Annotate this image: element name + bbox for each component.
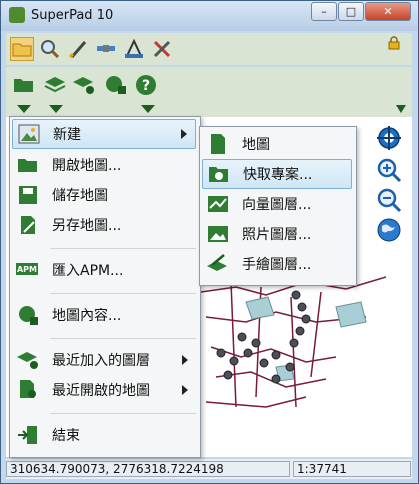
help-icon[interactable]: ? <box>134 73 158 97</box>
chevron-down-icon[interactable] <box>44 103 68 115</box>
exit-icon <box>16 423 40 447</box>
scale-readout: 1:37741 <box>293 461 411 477</box>
svg-text:APM: APM <box>17 265 37 274</box>
menu-separator <box>50 338 196 339</box>
maximize-button[interactable]: □ <box>338 2 364 21</box>
menu-item-open-map[interactable]: 開啟地圖... <box>12 150 196 180</box>
menu-separator <box>50 413 196 414</box>
vector-layer-icon <box>206 192 230 216</box>
open-folder-icon <box>16 153 40 177</box>
main-toolbar <box>6 33 412 65</box>
window-title: SuperPad 10 <box>31 8 114 23</box>
submenu-item-vector-layer[interactable]: 向量圖層... <box>202 189 352 219</box>
pencil-icon[interactable] <box>66 37 90 61</box>
submenu-arrow-icon <box>182 385 188 395</box>
pan-crosshair-icon[interactable] <box>376 125 402 151</box>
zoom-out-icon[interactable] <box>376 187 402 213</box>
new-submenu: 地圖 快取專案... 向量圖層... 照片圖層... 手繪圖層... <box>199 126 357 286</box>
app-window: SuperPad 10 – □ ✕ ? 310634.790073, 27763… <box>0 0 419 484</box>
new-image-icon <box>17 122 41 146</box>
layer-toolbar: ? <box>6 67 412 117</box>
open-folder-dropdown[interactable] <box>12 73 36 97</box>
tools-icon[interactable] <box>150 37 174 61</box>
submenu-item-cache-project[interactable]: 快取專案... <box>202 159 352 189</box>
title-bar: SuperPad 10 – □ ✕ <box>1 1 418 31</box>
recent-layers-icon <box>16 348 40 372</box>
satellite-icon[interactable] <box>94 37 118 61</box>
menu-item-map-properties[interactable]: 地圖內容... <box>12 300 196 330</box>
submenu-item-map[interactable]: 地圖 <box>202 129 352 159</box>
submenu-item-photo-layer[interactable]: 照片圖層... <box>202 219 352 249</box>
menu-item-save-map[interactable]: 儲存地圖 <box>12 180 196 210</box>
folder-icon[interactable] <box>10 37 34 61</box>
map-properties-icon <box>16 303 40 327</box>
menu-item-recent-maps[interactable]: 最近開啟的地圖 <box>12 375 196 405</box>
save-as-icon <box>16 213 40 237</box>
menu-item-save-as[interactable]: 另存地圖... <box>12 210 196 240</box>
status-bar: 310634.790073, 2776318.7224198 1:37741 <box>6 459 412 479</box>
app-icon <box>9 7 25 23</box>
close-button[interactable]: ✕ <box>365 2 411 21</box>
svg-text:?: ? <box>142 78 150 94</box>
chevron-down-icon[interactable] <box>136 103 160 115</box>
globe-lock-dropdown[interactable] <box>104 73 128 97</box>
menu-item-exit[interactable]: 結束 <box>12 420 196 450</box>
menu-separator <box>50 248 196 249</box>
file-menu: 新建 開啟地圖... 儲存地圖 另存地圖... APM 匯入APM... 地圖內… <box>9 116 201 458</box>
chevron-down-icon[interactable] <box>12 103 36 115</box>
menu-item-new[interactable]: 新建 <box>12 119 196 149</box>
minimize-button[interactable]: – <box>311 2 337 21</box>
menu-item-recent-layers[interactable]: 最近加入的圖層 <box>12 345 196 375</box>
save-icon <box>16 183 40 207</box>
coordinates-readout: 310634.790073, 2776318.7224198 <box>6 461 290 477</box>
cache-project-icon <box>207 162 231 186</box>
toolbar-overflow-icon[interactable] <box>394 103 408 115</box>
layers-add-dropdown[interactable] <box>44 73 68 97</box>
submenu-arrow-icon <box>182 355 188 365</box>
magnifier-icon[interactable] <box>38 37 62 61</box>
sketch-layer-icon <box>206 252 230 276</box>
layers-settings-dropdown[interactable] <box>72 73 96 97</box>
map-document-icon <box>206 132 230 156</box>
survey-icon[interactable] <box>122 37 146 61</box>
globe-icon[interactable] <box>376 217 402 243</box>
submenu-arrow-icon <box>181 129 187 139</box>
menu-separator <box>50 293 196 294</box>
recent-maps-icon <box>16 378 40 402</box>
menu-item-import-apm[interactable]: APM 匯入APM... <box>12 255 196 285</box>
photo-layer-icon <box>206 222 230 246</box>
zoom-in-icon[interactable] <box>376 157 402 183</box>
submenu-item-sketch-layer[interactable]: 手繪圖層... <box>202 249 352 279</box>
apm-import-icon: APM <box>16 258 40 282</box>
lock-icon[interactable] <box>386 35 402 51</box>
